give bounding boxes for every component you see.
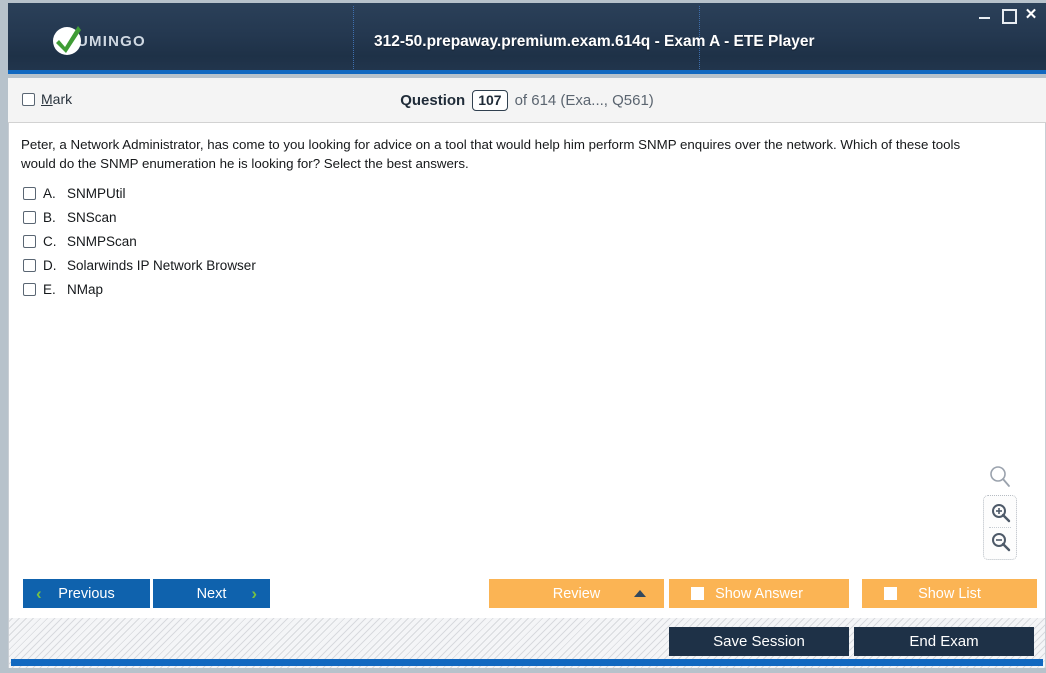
ete-player-window: UMINGO 312-50.prepaway.premium.exam.614q… <box>0 0 1046 673</box>
app-title: 312-50.prepaway.premium.exam.614q - Exam… <box>374 33 815 50</box>
answer-checkbox-c[interactable] <box>23 234 36 248</box>
answer-checkbox-e[interactable] <box>23 282 36 296</box>
answer-text-e: NMap <box>67 281 104 297</box>
show-list-button[interactable]: Show List <box>862 579 1037 608</box>
question-info-bar: Mark Question 107 of 614 (Exa..., Q561) <box>8 78 1046 123</box>
answer-option-b[interactable]: B. SNScan <box>23 205 623 229</box>
header-divider-left <box>353 6 354 71</box>
navigation-toolbar: ‹ Previous Next › Review Show Answer Sho… <box>8 570 1046 618</box>
square-icon <box>884 587 897 600</box>
chevron-right-icon: › <box>251 583 257 603</box>
mark-accelerator: M <box>41 91 53 107</box>
show-answer-button-label: Show Answer <box>715 585 803 602</box>
mark-label-rest: ark <box>52 91 73 107</box>
next-button-label: Next <box>196 585 227 602</box>
end-exam-button[interactable]: End Exam <box>854 627 1034 656</box>
previous-button-label: Previous <box>58 585 115 602</box>
answer-letter-a: A. <box>43 185 56 201</box>
save-session-button[interactable]: Save Session <box>669 627 849 656</box>
mark-checkbox[interactable] <box>22 92 35 106</box>
answer-text-a: SNMPUtil <box>67 185 126 201</box>
zoom-tool-panel <box>979 464 1021 560</box>
caret-up-icon <box>634 590 646 597</box>
question-counter: Question 107 of 614 (Exa..., Q561) <box>8 90 1046 111</box>
minimize-icon[interactable] <box>978 7 992 22</box>
answer-letter-d: D. <box>43 257 57 273</box>
answer-text-b: SNScan <box>67 209 117 225</box>
answer-letter-c: C. <box>43 233 57 249</box>
question-content-area: Peter, a Network Administrator, has come… <box>8 123 1046 570</box>
next-button[interactable]: Next › <box>153 579 270 608</box>
footer-bar: Save Session End Exam <box>8 618 1046 668</box>
answer-option-e[interactable]: E. NMap <box>23 277 623 301</box>
magnifier-icon[interactable] <box>987 464 1013 490</box>
answer-option-d[interactable]: D. Solarwinds IP Network Browser <box>23 253 623 277</box>
title-bar: UMINGO 312-50.prepaway.premium.exam.614q… <box>8 3 1046 74</box>
answer-checkbox-b[interactable] <box>23 210 36 224</box>
review-button[interactable]: Review <box>489 579 664 608</box>
zoom-out-icon[interactable] <box>984 528 1016 556</box>
answer-options-list: A. SNMPUtil B. SNScan C. SNMPScan D. Sol… <box>23 181 623 301</box>
answer-checkbox-a[interactable] <box>23 186 36 200</box>
mark-checkbox-group[interactable]: Mark <box>22 91 72 107</box>
review-button-label: Review <box>552 585 601 602</box>
question-text: Peter, a Network Administrator, has come… <box>21 137 961 171</box>
chevron-left-icon: ‹ <box>36 583 42 603</box>
answer-letter-e: E. <box>43 281 56 297</box>
zoom-buttons-box <box>983 495 1017 560</box>
zoom-in-icon[interactable] <box>984 499 1016 527</box>
show-answer-button[interactable]: Show Answer <box>669 579 849 608</box>
answer-text-d: Solarwinds IP Network Browser <box>67 257 256 273</box>
logo-text: UMINGO <box>77 32 146 50</box>
mark-label: Mark <box>41 91 72 107</box>
question-number-input[interactable]: 107 <box>472 90 508 111</box>
answer-checkbox-d[interactable] <box>23 258 36 272</box>
maximize-icon[interactable] <box>1001 7 1017 24</box>
answer-letter-b: B. <box>43 209 56 225</box>
end-exam-label: End Exam <box>909 633 979 650</box>
answer-option-c[interactable]: C. SNMPScan <box>23 229 623 253</box>
square-icon <box>691 587 704 600</box>
question-word: Question <box>400 92 466 109</box>
save-session-label: Save Session <box>713 633 805 650</box>
answer-option-a[interactable]: A. SNMPUtil <box>23 181 623 205</box>
show-list-button-label: Show List <box>918 585 981 602</box>
window-controls: ✕ <box>978 7 1038 24</box>
check-circle-icon <box>53 26 81 55</box>
answer-text-c: SNMPScan <box>67 233 137 249</box>
previous-button[interactable]: ‹ Previous <box>23 579 150 608</box>
close-icon[interactable]: ✕ <box>1024 7 1038 22</box>
question-total-label: of 614 (Exa..., Q561) <box>514 92 654 109</box>
app-logo: UMINGO <box>53 26 146 55</box>
